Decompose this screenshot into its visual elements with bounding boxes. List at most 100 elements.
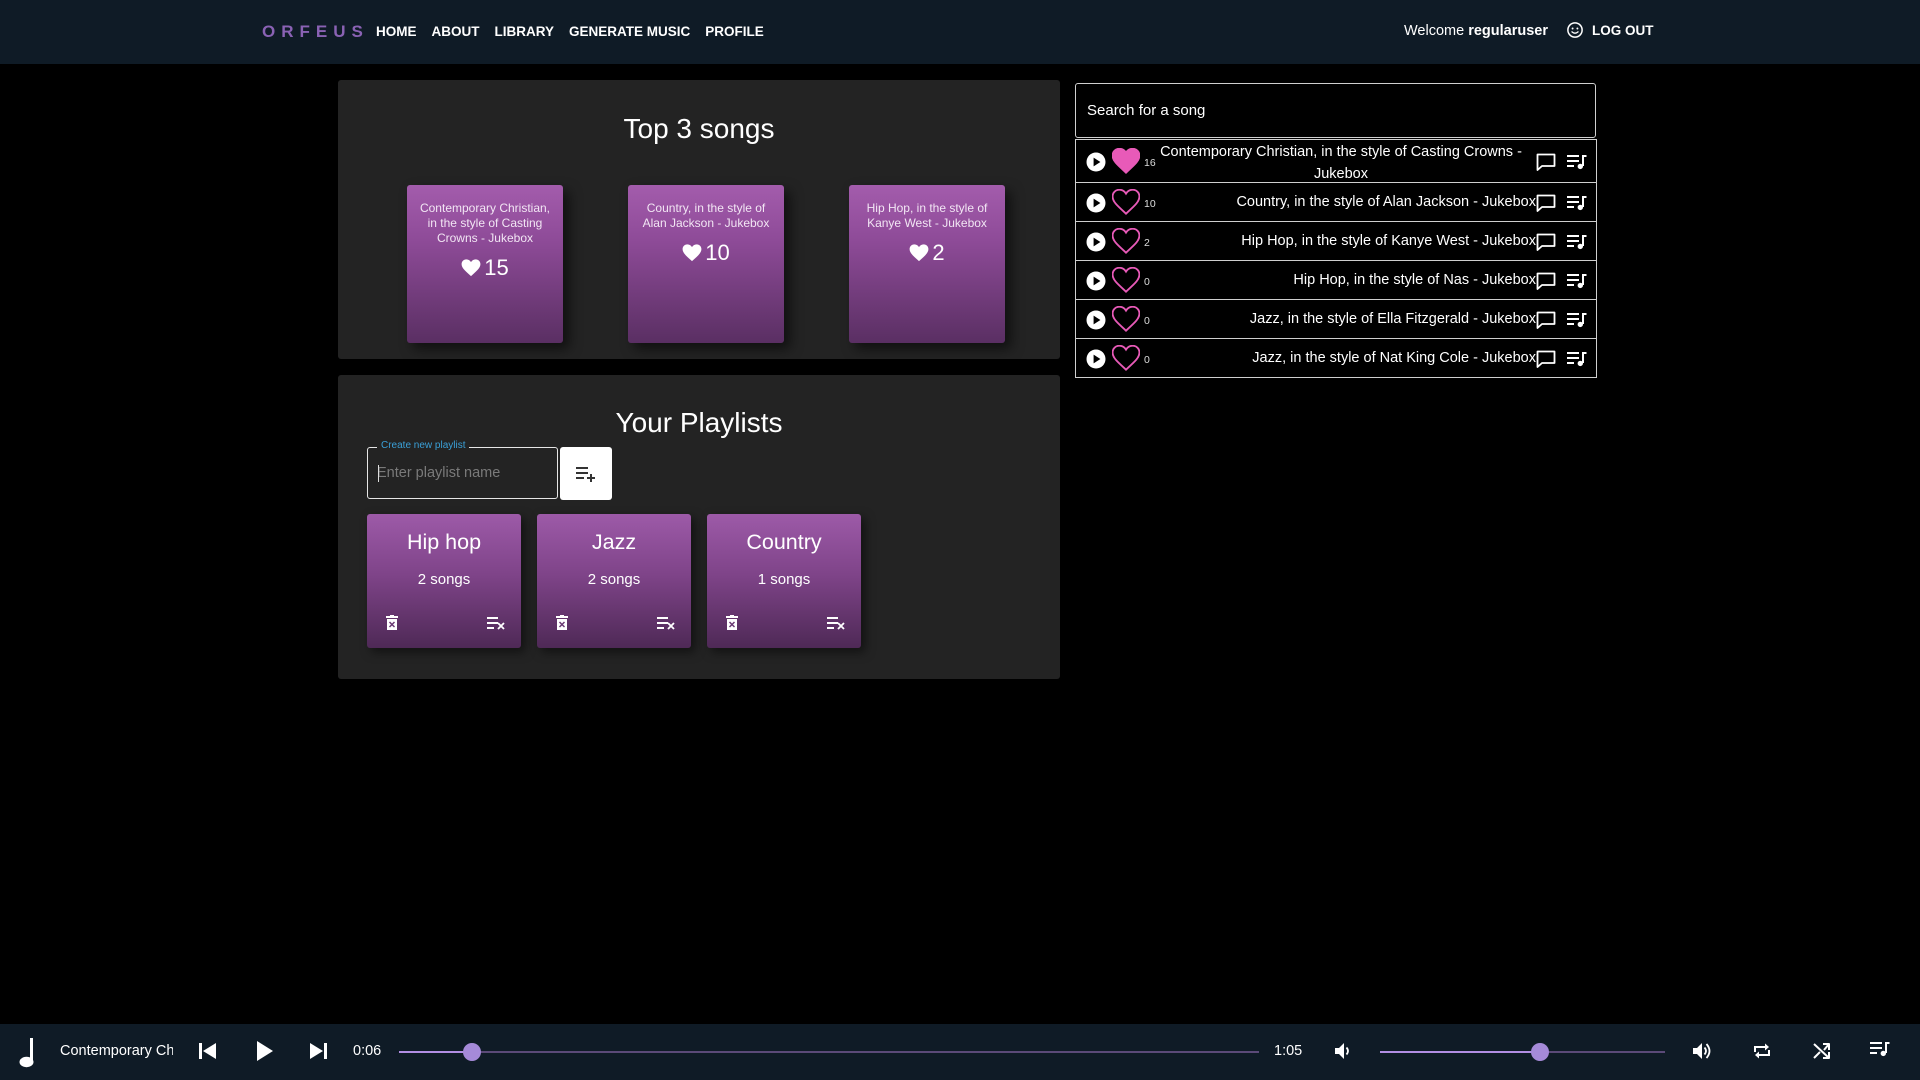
playlist-remove-icon[interactable] — [827, 616, 845, 630]
like-count: 10 — [1144, 198, 1156, 210]
playlist-card[interactable]: Jazz 2 songs — [537, 514, 691, 648]
heart-icon[interactable] — [1112, 345, 1140, 371]
heart-icon[interactable] — [1112, 148, 1140, 174]
music-note-icon — [17, 1037, 41, 1069]
like-count: 0 — [1144, 276, 1150, 288]
heart-icon[interactable] — [1112, 228, 1140, 254]
add-to-queue-icon[interactable] — [1567, 273, 1587, 289]
playlist-name: Hip hop — [406, 530, 482, 554]
add-to-queue-icon[interactable] — [1567, 154, 1587, 170]
add-to-queue-icon[interactable] — [1567, 312, 1587, 328]
top-song-title: Hip Hop, in the style of Kanye West - Ju… — [866, 201, 988, 230]
progress-knob[interactable] — [463, 1043, 482, 1061]
song-list: 16 Contemporary Christian, in the style … — [1075, 139, 1597, 378]
play-circle-icon[interactable] — [1086, 232, 1106, 252]
player-bar: Contemporary Christian, in the style of … — [0, 1024, 1920, 1080]
heart-icon[interactable] — [1112, 306, 1140, 332]
playlists-title: Your Playlists — [615, 407, 783, 438]
song-row: 0 Jazz, in the style of Nat King Cole - … — [1076, 338, 1596, 377]
repeat-icon[interactable] — [1752, 1041, 1772, 1061]
playlist-card[interactable]: Country 1 songs — [707, 514, 861, 648]
top-songs-panel: Top 3 songs Contemporary Christian, in t… — [338, 80, 1060, 359]
play-circle-icon[interactable] — [1086, 349, 1106, 369]
song-title[interactable]: Jazz, in the style of Ella Fitzgerald - … — [1250, 311, 1536, 327]
playlist-card[interactable]: Hip hop 2 songs — [367, 514, 521, 648]
top-song-like-count: 15 — [484, 255, 509, 280]
nav-profile[interactable]: PROFILE — [705, 24, 764, 39]
logout-button[interactable]: LOG OUT — [1566, 21, 1654, 39]
progress-fill — [399, 1051, 473, 1053]
song-title[interactable]: Country, in the style of Alan Jackson - … — [1236, 194, 1536, 210]
delete-icon[interactable] — [555, 615, 569, 631]
like-count: 0 — [1144, 354, 1150, 366]
add-to-queue-icon[interactable] — [1567, 351, 1587, 367]
brand-logo[interactable]: ORFEUS — [262, 22, 369, 42]
top-song-card[interactable]: Country, in the style of Alan Jackson - … — [628, 185, 784, 343]
comment-icon[interactable] — [1536, 272, 1556, 290]
play-icon[interactable] — [254, 1040, 274, 1062]
add-playlist-button[interactable] — [560, 447, 612, 500]
top-song-card[interactable]: Contemporary Christian, in the style of … — [407, 185, 563, 343]
new-playlist-label: Create new playlist — [377, 440, 470, 451]
top-song-title: Contemporary Christian, in the style of … — [419, 201, 551, 245]
delete-icon[interactable] — [385, 615, 399, 631]
volume-up-icon[interactable] — [1692, 1041, 1714, 1061]
now-playing-title: Contemporary Christian, in the style of … — [60, 1043, 173, 1059]
comment-icon[interactable] — [1536, 194, 1556, 212]
song-title[interactable]: Hip Hop, in the style of Kanye West - Ju… — [1241, 233, 1536, 249]
smiley-icon — [1566, 21, 1584, 39]
top-navbar: ORFEUS HOME ABOUT LIBRARY GENERATE MUSIC… — [0, 0, 1920, 64]
delete-icon[interactable] — [725, 615, 739, 631]
username: regularuser — [1468, 23, 1548, 39]
top-song-title: Country, in the style of Alan Jackson - … — [642, 201, 770, 230]
like-count: 2 — [1144, 237, 1150, 249]
comment-icon[interactable] — [1536, 153, 1556, 171]
play-circle-icon[interactable] — [1086, 193, 1106, 213]
heart-icon — [461, 259, 481, 277]
song-search — [1075, 83, 1596, 138]
song-title[interactable]: Jazz, in the style of Nat King Cole - Ju… — [1252, 350, 1536, 366]
total-time: 1:05 — [1274, 1043, 1303, 1059]
shuffle-icon[interactable] — [1812, 1041, 1832, 1061]
play-circle-icon[interactable] — [1086, 271, 1106, 291]
nav-generate-music[interactable]: GENERATE MUSIC — [569, 24, 690, 39]
text-caret — [378, 465, 379, 482]
top-song-likes: 10 — [628, 240, 784, 266]
comment-icon[interactable] — [1536, 233, 1556, 251]
song-row: 0 Hip Hop, in the style of Nas - Jukebox — [1076, 260, 1596, 299]
top-song-card[interactable]: Hip Hop, in the style of Kanye West - Ju… — [849, 185, 1005, 343]
progress-slider[interactable] — [399, 1043, 1259, 1061]
song-title[interactable]: Hip Hop, in the style of Nas - Jukebox — [1293, 272, 1536, 288]
top-song-like-count: 10 — [705, 240, 730, 265]
current-time: 0:06 — [353, 1043, 382, 1059]
nav-home[interactable]: HOME — [376, 24, 417, 39]
top-song-likes: 2 — [849, 240, 1005, 266]
play-circle-icon[interactable] — [1086, 152, 1106, 172]
new-playlist-input[interactable] — [377, 462, 547, 484]
play-circle-icon[interactable] — [1086, 310, 1106, 330]
volume-knob[interactable] — [1530, 1043, 1549, 1061]
song-title[interactable]: Contemporary Christian, in the style of … — [1146, 141, 1536, 185]
top-song-likes: 15 — [407, 255, 563, 281]
song-row: 10 Country, in the style of Alan Jackson… — [1076, 182, 1596, 221]
add-to-queue-icon[interactable] — [1567, 195, 1587, 211]
heart-icon[interactable] — [1112, 189, 1140, 215]
comment-icon[interactable] — [1536, 350, 1556, 368]
nav-about[interactable]: ABOUT — [432, 24, 480, 39]
volume-slider[interactable] — [1380, 1043, 1665, 1061]
logout-label: LOG OUT — [1592, 22, 1654, 38]
queue-music-icon[interactable] — [1870, 1041, 1890, 1057]
comment-icon[interactable] — [1536, 311, 1556, 329]
heart-icon[interactable] — [1112, 267, 1140, 293]
playlist-remove-icon[interactable] — [657, 616, 675, 630]
volume-down-icon[interactable] — [1333, 1041, 1353, 1061]
add-to-queue-icon[interactable] — [1567, 234, 1587, 250]
welcome-message: Welcome regularuser — [1404, 23, 1548, 39]
song-row: 0 Jazz, in the style of Ella Fitzgerald … — [1076, 299, 1596, 338]
playlist-remove-icon[interactable] — [487, 616, 505, 630]
song-search-input[interactable] — [1076, 84, 1595, 137]
playlist-name: Jazz — [591, 530, 637, 554]
skip-previous-icon[interactable] — [198, 1042, 218, 1060]
skip-next-icon[interactable] — [308, 1042, 328, 1060]
nav-library[interactable]: LIBRARY — [495, 24, 555, 39]
